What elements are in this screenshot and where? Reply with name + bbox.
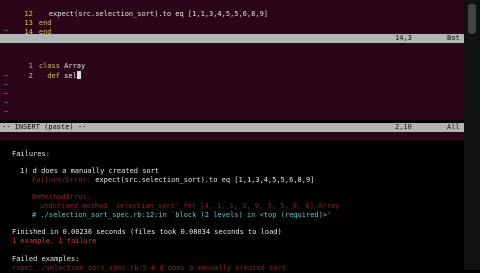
text-cursor — [76, 71, 81, 79]
scroll-position: All — [447, 123, 460, 131]
rerun-command: rspec ./selection_sort_spec.rb:5 # d doe… — [12, 264, 286, 272]
code-text: sel — [64, 72, 77, 80]
vim-editor-top[interactable]: 12 expect(src.selection_sort).to eq [1,1,… — [0, 0, 464, 36]
failure-prefix: Failure/Error: — [32, 176, 92, 184]
vim-status-bar-bottom: -- INSERT (paste) -- 2,10 All — [0, 123, 464, 132]
cursor-position: 2,10 — [395, 123, 412, 131]
vim-editor-bottom[interactable]: 1 class Array 2 def sel ~ ~ ~ ~ ~ — [0, 50, 464, 120]
cursor-position: 14,3 — [395, 34, 412, 42]
vim-status-bar-top: 14,3 Bot — [0, 34, 464, 43]
summary-line: 1 example, 1 failure — [12, 237, 97, 245]
code-keyword: def — [47, 72, 60, 80]
mode-indicator: -- INSERT (paste) -- — [2, 123, 87, 131]
failures-heading: Failures: — [12, 150, 50, 158]
terminal-scrollbar[interactable] — [464, 0, 480, 270]
empty-line-marker: ~ — [4, 90, 9, 98]
empty-line-marker: ~ — [4, 72, 9, 80]
empty-line-marker: ~ — [4, 81, 9, 89]
backtrace-line: # ./selection_sort_spec.rb:12:in `block … — [32, 211, 332, 219]
code-text: expect(src.selection_sort).to eq [1,1,3,… — [48, 10, 269, 18]
scrollbar-thumb[interactable] — [468, 4, 476, 34]
empty-line-marker: ~ — [4, 108, 9, 116]
failure-title: 1) d does a manually created sort — [20, 167, 160, 175]
split-divider — [0, 43, 464, 50]
code-line: 2 def sel — [4, 62, 81, 90]
line-number: 2 — [28, 72, 33, 80]
empty-line-marker: ~ — [4, 99, 9, 107]
scroll-position: Bot — [447, 34, 460, 42]
error-type: NoMethodError: — [32, 193, 92, 201]
error-message: undefined method `selection_sort' for [4… — [40, 202, 340, 210]
split-divider — [0, 132, 464, 140]
failure-code: expect(src.selection_sort).to eq [1,1,3,… — [95, 176, 315, 184]
finished-line: Finished in 0.00236 seconds (files took … — [12, 228, 282, 236]
failed-examples-heading: Failed examples: — [12, 255, 80, 263]
failure-line: Failure/Error: expect(src.selection_sort… — [32, 176, 314, 185]
